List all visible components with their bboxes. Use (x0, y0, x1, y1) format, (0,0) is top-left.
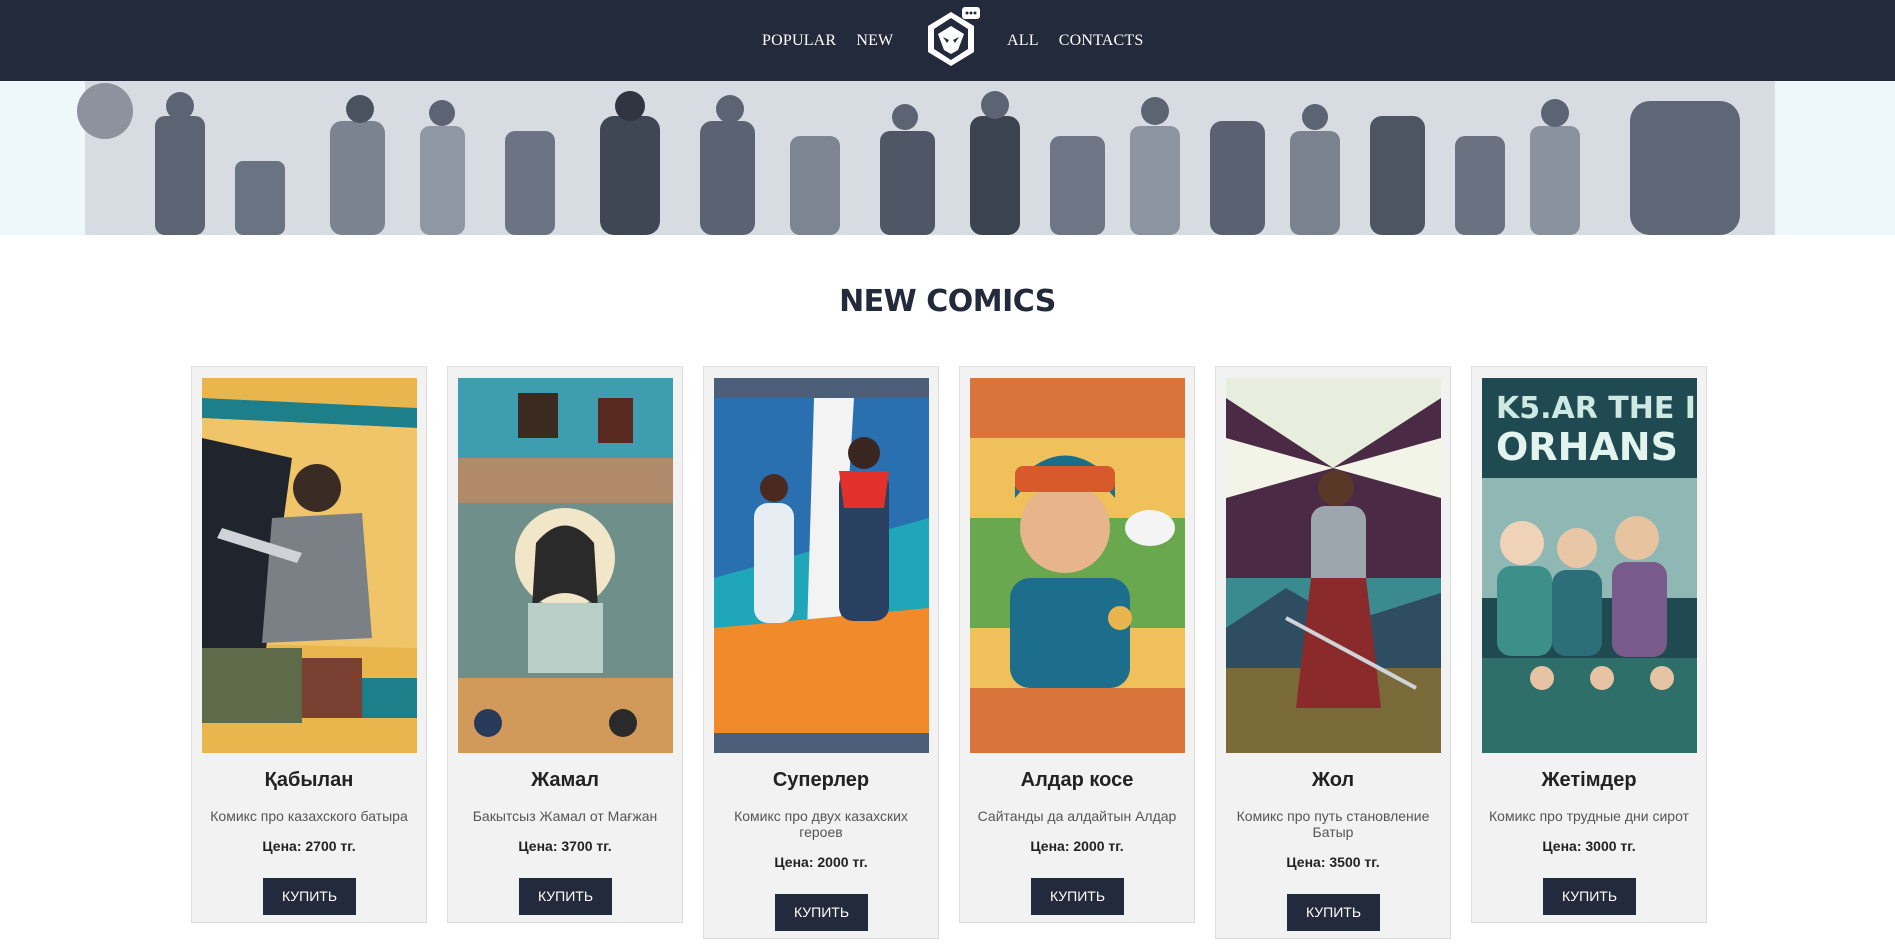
comic-title: Жамал (531, 769, 599, 791)
section-title: NEW COMICS (839, 284, 1056, 319)
banner-illustration (0, 81, 1895, 235)
comic-description: Комикс про казахского батыра (210, 808, 408, 824)
comic-card: Жамал Бакытсыз Жамал от Мағжан Цена: 370… (447, 366, 683, 923)
comic-card: Алдар косе Сайтанды да алдайтын Алдар Це… (959, 366, 1195, 923)
buy-button[interactable]: КУПИТЬ (775, 894, 868, 931)
comic-description: Сайтанды да алдайтын Алдар (977, 808, 1177, 824)
comic-cover-image[interactable] (970, 378, 1185, 753)
comic-description: Комикс про путь становление Батыр (1236, 808, 1430, 840)
nav-link-new[interactable]: NEW (856, 32, 893, 50)
comic-price: Цена: 3500 тг. (1286, 854, 1380, 870)
comic-description: Комикс про трудные дни сирот (1489, 808, 1689, 824)
cover-title-top: K5.AR THE IM (1496, 391, 1697, 426)
comic-description: Бакытсыз Жамал от Мағжан (472, 808, 658, 824)
comic-price: Цена: 2000 тг. (774, 854, 868, 870)
comic-price: Цена: 3700 тг. (518, 838, 612, 854)
nav-link-contacts[interactable]: CONTACTS (1059, 32, 1144, 50)
buy-button[interactable]: КУПИТЬ (519, 878, 612, 915)
hero-banner (0, 81, 1895, 235)
site-logo[interactable] (918, 4, 984, 70)
nav-link-all[interactable]: ALL (1007, 32, 1039, 50)
comic-cover-image[interactable] (202, 378, 417, 753)
site-header: POPULAR NEW ALL CONTACTS (0, 0, 1895, 81)
cover-title-main: ORHANS (1496, 425, 1678, 469)
buy-button[interactable]: КУПИТЬ (1031, 878, 1124, 915)
comic-card: Суперлер Комикс про двух казахских герое… (703, 366, 939, 939)
comic-price: Цена: 3000 тг. (1542, 838, 1636, 854)
comic-title: Алдар косе (1020, 769, 1134, 791)
buy-button[interactable]: КУПИТЬ (263, 878, 356, 915)
comic-cover-image[interactable] (1226, 378, 1441, 753)
comic-cover-image[interactable]: K5.AR THE IM ORHANS (1482, 378, 1697, 753)
comic-cover-image[interactable] (714, 378, 929, 753)
comic-cover-image[interactable] (458, 378, 673, 753)
comic-title: Жол (1311, 769, 1355, 791)
comic-title: Жетімдер (1541, 769, 1637, 791)
comic-title: Қабылан (264, 769, 354, 791)
buy-button[interactable]: КУПИТЬ (1543, 878, 1636, 915)
nav-link-popular[interactable]: POPULAR (762, 32, 836, 50)
comic-card: Жол Комикс про путь становление Батыр Це… (1215, 366, 1451, 939)
comic-price: Цена: 2000 тг. (1030, 838, 1124, 854)
comic-title: Суперлер (772, 769, 870, 791)
buy-button[interactable]: КУПИТЬ (1287, 894, 1380, 931)
comic-card: K5.AR THE IM ORHANS Жетімдер Комикс про … (1471, 366, 1707, 923)
comic-card: Қабылан Комикс про казахского батыра Цен… (191, 366, 427, 923)
nav-left: POPULAR NEW (762, 0, 913, 81)
nav-right: ALL CONTACTS (1007, 0, 1163, 81)
comic-description: Комикс про двух казахских героев (734, 808, 908, 840)
comic-price: Цена: 2700 тг. (262, 838, 356, 854)
